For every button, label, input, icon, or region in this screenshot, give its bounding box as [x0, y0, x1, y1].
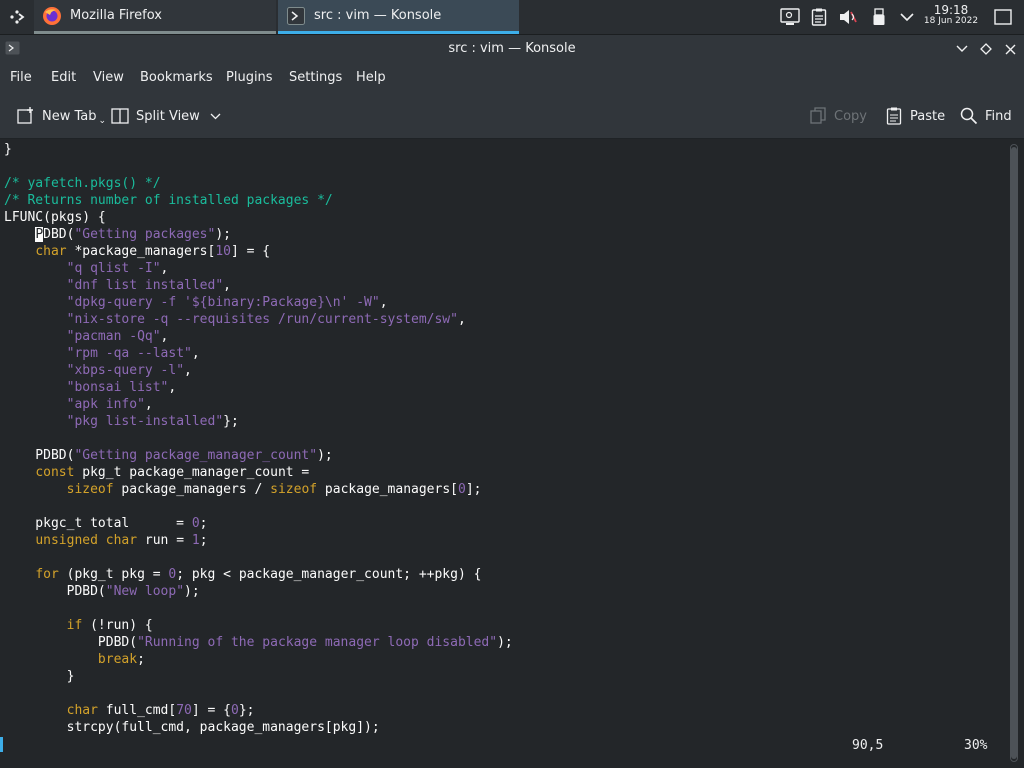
window-title: src : vim — Konsole [448, 41, 576, 56]
menu-edit[interactable]: Edit [51, 70, 76, 85]
code-line: "nix-store -q --requisites /run/current-… [66, 312, 466, 327]
menu-view[interactable]: View [93, 70, 124, 85]
window-titlebar[interactable]: src : vim — Konsole [0, 35, 1024, 62]
maximize-button[interactable] [976, 39, 996, 59]
code-line: sizeof package_managers / sizeof package… [66, 482, 482, 497]
find-label: Find [985, 108, 1012, 124]
code-line: "dpkg-query -f '${binary:Package}\n' -W"… [66, 295, 388, 310]
code-line: unsigned char run = 1; [35, 533, 208, 548]
task-firefox[interactable]: Mozilla Firefox [34, 0, 276, 34]
paste-label: Paste [910, 108, 946, 124]
clock[interactable]: 19:18 18 Jun 2022 [922, 3, 980, 27]
code-line: "xbps-query -l", [66, 363, 192, 378]
app-launcher-button[interactable] [0, 0, 34, 34]
split-view-label: Split View [136, 108, 200, 124]
code-line: "q qlist -I", [66, 261, 169, 276]
find-button[interactable]: Find [959, 104, 1012, 128]
copy-icon [808, 106, 828, 126]
chevron-down-icon[interactable] [210, 109, 221, 124]
clipboard-monitor-icon[interactable] [778, 0, 802, 34]
clock-time: 19:18 [933, 3, 969, 17]
code-line: if (!run) { [66, 618, 153, 633]
copy-button[interactable]: Copy [808, 104, 867, 128]
task-konsole[interactable]: src : vim — Konsole [278, 0, 519, 34]
firefox-icon [42, 6, 62, 26]
scrollbar-thumb[interactable] [1011, 147, 1017, 759]
code-line: LFUNC(pkgs) { [4, 210, 106, 225]
taskbar: Mozilla Firefox src : vim — Konsole 19:1… [0, 0, 1024, 35]
volume-muted-icon[interactable] [836, 0, 860, 34]
minimize-icon [956, 45, 968, 52]
maximize-icon [980, 43, 992, 55]
paste-icon [884, 106, 904, 126]
scrollbar[interactable] [1005, 139, 1024, 768]
split-view-button[interactable]: Split View [110, 104, 221, 128]
terminal-view[interactable]: } /* yafetch.pkgs() */ /* Returns number… [0, 139, 1005, 768]
code-line: } [4, 142, 12, 157]
task-label: src : vim — Konsole [314, 8, 442, 23]
code-line: "rpm -qa --last", [66, 346, 200, 361]
menu-plugins[interactable]: Plugins [226, 70, 273, 85]
menu-settings[interactable]: Settings [289, 70, 342, 85]
code-line: for (pkg_t pkg = 0; pkg < package_manage… [35, 567, 482, 582]
show-desktop-button[interactable] [990, 0, 1016, 34]
code-line: pkgc_t total = 0; [4, 516, 208, 531]
terminal-icon [286, 6, 306, 26]
close-button[interactable] [1000, 39, 1020, 59]
new-tab-icon [16, 106, 36, 126]
code-line: char *package_managers[10] = { [35, 244, 271, 259]
launcher-icon [10, 10, 25, 24]
code-line: "dnf list installed", [66, 278, 231, 293]
usb-device-icon[interactable] [868, 0, 890, 34]
search-icon [959, 106, 979, 126]
copy-label: Copy [834, 108, 867, 124]
cursor-position: 90,5 [852, 738, 884, 753]
minimize-button[interactable] [952, 39, 972, 59]
vim-code-buffer[interactable]: } /* yafetch.pkgs() */ /* Returns number… [4, 141, 513, 736]
code-line: /* yafetch.pkgs() */ [4, 176, 161, 191]
code-line: "apk info", [66, 397, 153, 412]
task-label: Mozilla Firefox [70, 8, 162, 23]
menu-bar: File Edit View Bookmarks Plugins Setting… [0, 62, 1024, 94]
menu-file[interactable]: File [10, 70, 32, 85]
code-line: "bonsai list", [66, 380, 177, 395]
scroll-percent: 30% [964, 738, 988, 753]
new-tab-button[interactable]: New Tab ⌄ [16, 104, 106, 128]
menu-bookmarks[interactable]: Bookmarks [140, 70, 213, 85]
clock-date: 18 Jun 2022 [923, 16, 979, 26]
paste-button[interactable]: Paste [884, 104, 945, 128]
code-line: /* Returns number of installed packages … [4, 193, 333, 208]
close-icon [1005, 44, 1015, 54]
code-line: break; [97, 652, 145, 667]
code-line: PDBD("Getting package_manager_count"); [4, 448, 333, 463]
toolbar: New Tab ⌄ Split View Copy Paste Find [0, 94, 1024, 139]
code-line: } [4, 669, 75, 684]
code-line: "pacman -Qq", [66, 329, 169, 344]
code-line: char full_cmd[70] = {0}; [66, 703, 255, 718]
code-line: "pkg list-installed"}; [66, 414, 239, 429]
menu-help[interactable]: Help [356, 70, 386, 85]
split-view-icon [110, 106, 130, 126]
code-line: PDBD("New loop"); [4, 584, 200, 599]
code-line: const pkg_t package_manager_count = [35, 465, 310, 480]
code-line: strcpy(full_cmd, package_managers[pkg]); [4, 720, 380, 735]
new-tab-dropdown-icon[interactable]: ⌄ [99, 116, 107, 126]
code-line: PDBD("Getting packages"); [35, 227, 231, 242]
clipboard-icon[interactable] [808, 0, 830, 34]
new-tab-label: New Tab [42, 108, 97, 124]
code-line: PDBD("Running of the package manager loo… [4, 635, 513, 650]
vim-status-line: 90,5 30% [0, 737, 1005, 754]
chevron-down-icon[interactable] [896, 0, 918, 34]
